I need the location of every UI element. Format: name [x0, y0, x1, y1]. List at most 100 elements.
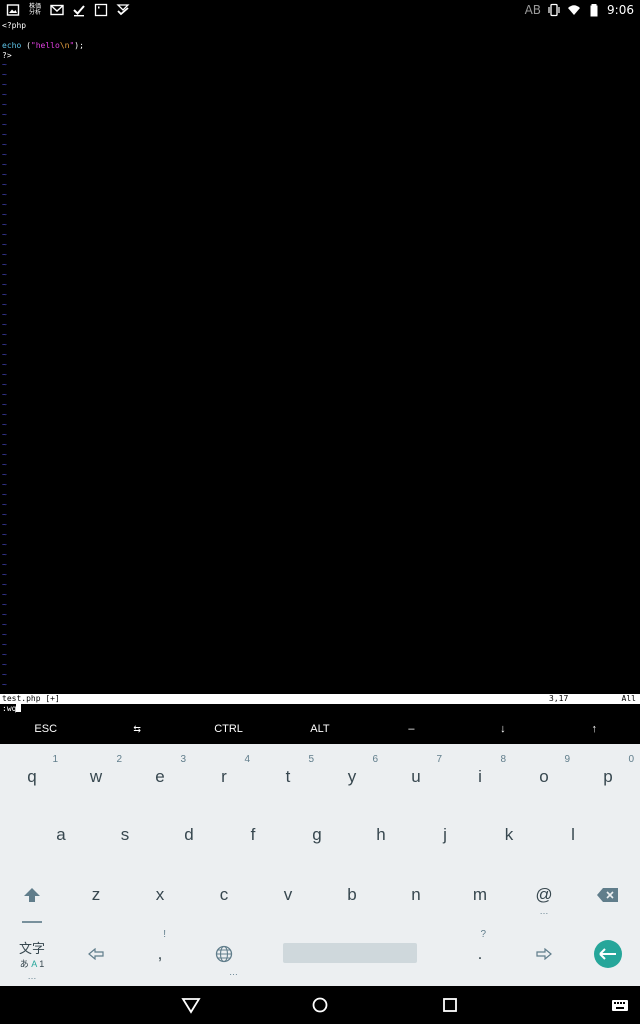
key-t[interactable]: t5	[256, 748, 320, 806]
paren-open: (	[21, 41, 31, 50]
key-q[interactable]: q1	[0, 748, 64, 806]
key-hint: 7	[436, 754, 442, 765]
status-bar-right: AB 9:06	[525, 2, 634, 18]
tilde-marker: ~	[2, 370, 7, 379]
key-hint: 8	[500, 754, 506, 765]
period-key[interactable]: .?	[448, 925, 512, 983]
shift-indicator-bar	[22, 921, 42, 923]
language-key[interactable]: …	[192, 925, 256, 983]
tilde-marker: ~	[2, 520, 7, 529]
vim-status-line: test.php [+] 3,17 All	[0, 694, 640, 704]
key-m[interactable]: m	[448, 866, 512, 924]
key-b[interactable]: b	[320, 866, 384, 924]
tilde-marker: ~	[2, 630, 7, 639]
input-mode-key[interactable]: 文字 あ A 1 …	[0, 925, 64, 983]
comma-key[interactable]: ,!	[128, 925, 192, 983]
code-line-3: echo ("hello\n");	[2, 41, 84, 51]
tilde-marker: ~	[2, 650, 7, 659]
arrow-up-key[interactable]: ↑	[549, 714, 640, 744]
tilde-marker: ~	[2, 270, 7, 279]
key-r[interactable]: r4	[192, 748, 256, 806]
tilde-marker: ~	[2, 300, 7, 309]
keyboard-switch-icon[interactable]	[610, 995, 630, 1015]
key-d[interactable]: d	[157, 806, 221, 864]
recents-icon[interactable]	[440, 995, 460, 1015]
tilde-marker: ~	[2, 140, 7, 149]
tilde-marker: ~	[2, 660, 7, 669]
tab-key[interactable]: ⇆	[91, 714, 182, 744]
key-j[interactable]: j	[413, 806, 477, 864]
vibrate-icon	[548, 3, 560, 17]
arrow-right-key[interactable]	[512, 925, 576, 983]
tilde-marker: ~	[2, 330, 7, 339]
key-hint: 6	[372, 754, 378, 765]
mode-sub-hiragana: あ	[19, 959, 29, 969]
key-label: r	[221, 767, 227, 786]
key-y[interactable]: y6	[320, 748, 384, 806]
key-g[interactable]: g	[285, 806, 349, 864]
enter-key[interactable]	[594, 940, 622, 968]
terminal-view[interactable]: <?php echo ("hello\n"); ?> ~ ~ ~ ~ ~ ~ ~ ~ ~ ~ ~ ~ ~…	[0, 20, 640, 694]
tilde-marker: ~	[2, 410, 7, 419]
image-icon	[6, 4, 20, 16]
key-u[interactable]: u7	[384, 748, 448, 806]
tilde-marker: ~	[2, 440, 7, 449]
key-label: t	[285, 767, 291, 786]
key-z[interactable]: z	[64, 866, 128, 924]
dash-key[interactable]: –	[366, 714, 457, 744]
key-x[interactable]: x	[128, 866, 192, 924]
key-k[interactable]: k	[477, 806, 541, 864]
paren-close: );	[74, 41, 84, 50]
tilde-marker: ~	[2, 110, 7, 119]
stock-analysis-icon: 株価 分析	[28, 3, 41, 16]
vim-command-line[interactable]: :wq	[0, 704, 640, 714]
command-text: :wq	[2, 704, 17, 713]
key-hint: 0	[628, 754, 634, 765]
key-v[interactable]: v	[256, 866, 320, 924]
clock: 9:06	[607, 3, 634, 17]
key-c[interactable]: c	[192, 866, 256, 924]
key-e[interactable]: e3	[128, 748, 192, 806]
extra-keys-row: ESC ⇆ CTRL ALT – ↓ ↑	[0, 714, 640, 744]
tilde-marker: ~	[2, 320, 7, 329]
tilde-marker: ~	[2, 400, 7, 409]
key-n[interactable]: n	[384, 866, 448, 924]
key-o[interactable]: o9	[512, 748, 576, 806]
tilde-marker: ~	[2, 260, 7, 269]
tilde-marker: ~	[2, 430, 7, 439]
key-label: w	[89, 767, 103, 786]
key-hint: 4	[244, 754, 250, 765]
key-w[interactable]: w2	[64, 748, 128, 806]
key-at[interactable]: @…	[512, 866, 576, 924]
key-h[interactable]: h	[349, 806, 413, 864]
enter-icon	[599, 948, 616, 960]
keyword-echo: echo	[2, 41, 22, 50]
soft-keyboard: q1 w2 e3 r4 t5 y6 u7 i8 o9 p0 a s d f g …	[0, 744, 640, 986]
home-icon[interactable]	[310, 995, 330, 1015]
tilde-marker: ~	[2, 220, 7, 229]
arrow-down-key[interactable]: ↓	[457, 714, 548, 744]
key-p[interactable]: p0	[576, 748, 640, 806]
key-a[interactable]: a	[29, 806, 93, 864]
escape-sequence: \n	[59, 41, 70, 50]
key-hint: 5	[308, 754, 314, 765]
alt-key[interactable]: ALT	[274, 714, 365, 744]
key-l[interactable]: l	[541, 806, 605, 864]
backspace-key[interactable]	[576, 866, 640, 924]
tilde-marker: ~	[2, 100, 7, 109]
tilde-marker: ~	[2, 560, 7, 569]
tilde-marker: ~	[2, 90, 7, 99]
tilde-marker: ~	[2, 240, 7, 249]
space-bar[interactable]	[283, 943, 417, 963]
esc-key[interactable]: ESC	[0, 714, 91, 744]
key-i[interactable]: i8	[448, 748, 512, 806]
key-f[interactable]: f	[221, 806, 285, 864]
back-icon[interactable]	[181, 995, 201, 1015]
tilde-marker: ~	[2, 550, 7, 559]
key-more-indicator: …	[229, 967, 238, 977]
arrow-left-key[interactable]	[64, 925, 128, 983]
tilde-marker: ~	[2, 350, 7, 359]
key-s[interactable]: s	[93, 806, 157, 864]
ctrl-key[interactable]: CTRL	[183, 714, 274, 744]
shift-key[interactable]	[0, 866, 64, 924]
